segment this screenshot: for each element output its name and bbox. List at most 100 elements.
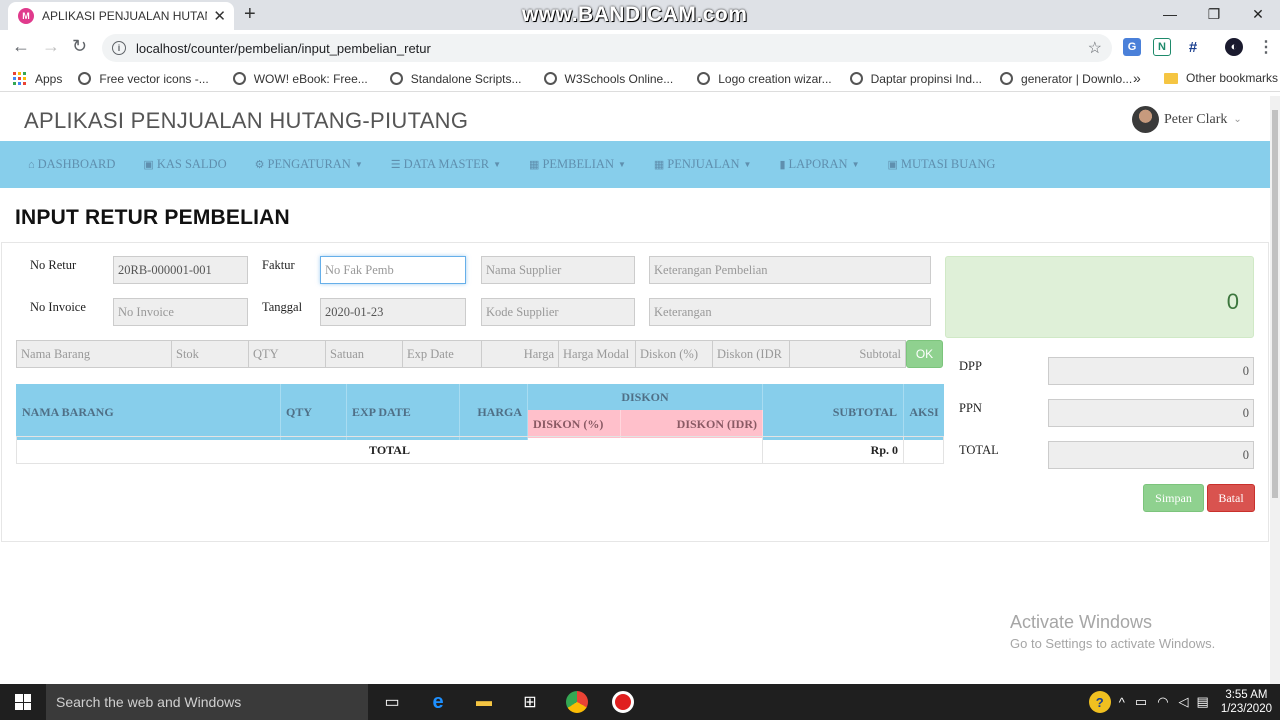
volume-icon[interactable]: ◁	[1179, 694, 1189, 710]
browser-tab[interactable]: M APLIKASI PENJUALAN HUTANG-PIUTANG ✕	[8, 2, 234, 30]
keterangan-field[interactable]: Keterangan	[649, 298, 931, 326]
notification-icon[interactable]: ▤	[1197, 694, 1209, 710]
th-exp-date: EXP DATE	[347, 384, 460, 440]
page-scrollbar[interactable]	[1270, 96, 1280, 684]
new-tab-icon[interactable]: +	[244, 3, 256, 26]
nav-laporan[interactable]: ▮ LAPORAN ▼	[779, 157, 859, 172]
windows-taskbar: Search the web and Windows ▭ e ▬ ⊞ ? ^ ▭…	[0, 684, 1280, 720]
nama-barang-input[interactable]: Nama Barang	[16, 340, 172, 368]
bandicam-record-icon[interactable]	[612, 691, 634, 713]
edge-icon[interactable]: e	[428, 691, 448, 713]
profile-icon[interactable]: ◐	[1225, 38, 1243, 56]
diskon-pct-input[interactable]: Diskon (%)	[635, 340, 713, 368]
start-button[interactable]	[0, 684, 46, 720]
money-icon: ▣	[143, 159, 154, 171]
bookmark-apps[interactable]: Apps	[13, 71, 62, 86]
more-bookmarks-icon[interactable]: »	[1133, 70, 1141, 86]
ppn-field[interactable]: 0	[1048, 399, 1254, 427]
table-total-value: Rp. 0	[762, 436, 904, 464]
nav-data-master[interactable]: ☰ DATA MASTER ▼	[391, 157, 501, 172]
n-extension-icon[interactable]: N	[1153, 38, 1171, 56]
ok-button[interactable]: OK	[906, 340, 943, 368]
faktur-label: Faktur	[262, 258, 295, 272]
maximize-icon[interactable]: ❐	[1192, 0, 1236, 28]
bookmark-item[interactable]: Free vector icons -...	[78, 72, 209, 86]
minimize-icon[interactable]: —	[1148, 0, 1192, 28]
battery-icon[interactable]: ▭	[1135, 694, 1147, 710]
reload-icon[interactable]: ↻	[72, 36, 87, 57]
no-retur-label: No Retur	[30, 258, 77, 272]
address-bar[interactable]: i localhost/counter/pembelian/input_pemb…	[102, 34, 1112, 62]
faktur-input[interactable]: No Fak Pemb	[320, 256, 466, 284]
cancel-button[interactable]: Batal	[1207, 484, 1255, 512]
info-icon[interactable]: i	[112, 41, 126, 55]
chrome-icon[interactable]	[566, 691, 588, 713]
bookmark-item[interactable]: Standalone Scripts...	[389, 72, 522, 86]
harga-modal-input[interactable]: Harga Modal	[558, 340, 636, 368]
clock-date: 1/23/2020	[1220, 703, 1272, 715]
nav-kas-saldo[interactable]: ▣ KAS SALDO	[143, 157, 226, 172]
subtotal-input[interactable]: Subtotal	[789, 340, 906, 368]
bookmark-item[interactable]: W3Schools Online...	[543, 72, 673, 86]
save-button[interactable]: Simpan	[1143, 484, 1204, 512]
book-icon: ▮	[779, 159, 786, 171]
other-bookmarks[interactable]: Other bookmarks	[1164, 71, 1278, 85]
globe-icon	[1000, 72, 1014, 85]
translate-extension-icon[interactable]: G	[1123, 38, 1141, 56]
harga-input[interactable]: Harga	[481, 340, 559, 368]
bookmark-item[interactable]: Logo creation wizar...	[697, 72, 832, 86]
total-label: TOTAL	[959, 443, 999, 457]
forward-icon[interactable]: →	[42, 36, 60, 57]
kode-supplier-field[interactable]: Kode Supplier	[481, 298, 635, 326]
back-icon[interactable]: ←	[12, 36, 30, 57]
clock[interactable]: 3:55 AM 1/23/2020	[1221, 688, 1272, 716]
exp-date-input[interactable]: Exp Date	[402, 340, 482, 368]
table-total-aksi	[903, 436, 944, 464]
nav-dashboard[interactable]: ⌂ DASHBOARD	[28, 157, 115, 172]
grid-extension-icon[interactable]: #	[1184, 38, 1202, 56]
nama-supplier-field[interactable]: Nama Supplier	[481, 256, 635, 284]
nav-mutasi-buang[interactable]: ▣ MUTASI BUANG	[887, 157, 995, 172]
satuan-input[interactable]: Satuan	[325, 340, 403, 368]
keterangan-pembelian-field[interactable]: Keterangan Pembelian	[649, 256, 931, 284]
th-aksi: AKSI	[904, 384, 944, 440]
help-icon[interactable]: ?	[1088, 691, 1111, 713]
qty-input[interactable]: QTY	[248, 340, 326, 368]
tanggal-field[interactable]: 2020-01-23	[320, 298, 466, 326]
dpp-field[interactable]: 0	[1048, 357, 1254, 385]
th-diskon: DISKON	[528, 384, 763, 410]
chevron-up-icon[interactable]: ^	[1119, 695, 1125, 710]
taskbar-search[interactable]: Search the web and Windows	[46, 684, 368, 720]
store-icon[interactable]: ⊞	[520, 692, 540, 712]
bookmark-item[interactable]: WOW! eBook: Free...	[232, 72, 368, 86]
globe-icon	[78, 72, 92, 85]
nav-pengaturan[interactable]: ⚙ PENGATURAN ▼	[255, 157, 363, 172]
no-retur-field[interactable]: 20RB-000001-001	[113, 256, 248, 284]
scrollbar-thumb[interactable]	[1272, 110, 1278, 498]
chevron-down-icon: ⌄	[1233, 114, 1242, 125]
close-tab-icon[interactable]: ✕	[213, 7, 226, 25]
wifi-icon[interactable]: ◠	[1157, 694, 1168, 710]
main-navbar: ⌂ DASHBOARD ▣ KAS SALDO ⚙ PENGATURAN ▼ ☰ DATA…	[0, 141, 1270, 188]
total-field[interactable]: 0	[1048, 441, 1254, 469]
bookmark-item[interactable]: Daptar propinsi Ind...	[849, 72, 982, 86]
bookmark-star-icon[interactable]: ☆	[1088, 38, 1102, 58]
ppn-label: PPN	[959, 401, 982, 415]
task-view-icon[interactable]: ▭	[382, 692, 402, 712]
menu-icon[interactable]: ⋮	[1257, 38, 1275, 56]
page-title: INPUT RETUR PEMBELIAN	[15, 206, 290, 229]
th-diskon-idr: DISKON (IDR)	[621, 410, 763, 438]
system-tray: ? ^ ▭ ◠ ◁ ▤ 3:55 AM 1/23/2020	[1088, 684, 1280, 720]
diskon-idr-input[interactable]: Diskon (IDR	[712, 340, 790, 368]
file-explorer-icon[interactable]: ▬	[474, 692, 494, 712]
no-invoice-field[interactable]: No Invoice	[113, 298, 248, 326]
close-window-icon[interactable]: ✕	[1236, 0, 1280, 28]
stok-input[interactable]: Stok	[171, 340, 249, 368]
apps-grid-icon	[13, 71, 27, 86]
user-menu[interactable]: Peter Clark ⌄	[1132, 106, 1242, 133]
globe-icon	[849, 72, 863, 85]
nav-pembelian[interactable]: ▦ PEMBELIAN ▼	[529, 157, 626, 172]
activate-windows-notice: Activate Windows Go to Settings to activ…	[1010, 612, 1215, 651]
bookmark-item[interactable]: generator | Downlo...	[1000, 72, 1132, 86]
nav-penjualan[interactable]: ▦ PENJUALAN ▼	[654, 157, 752, 172]
